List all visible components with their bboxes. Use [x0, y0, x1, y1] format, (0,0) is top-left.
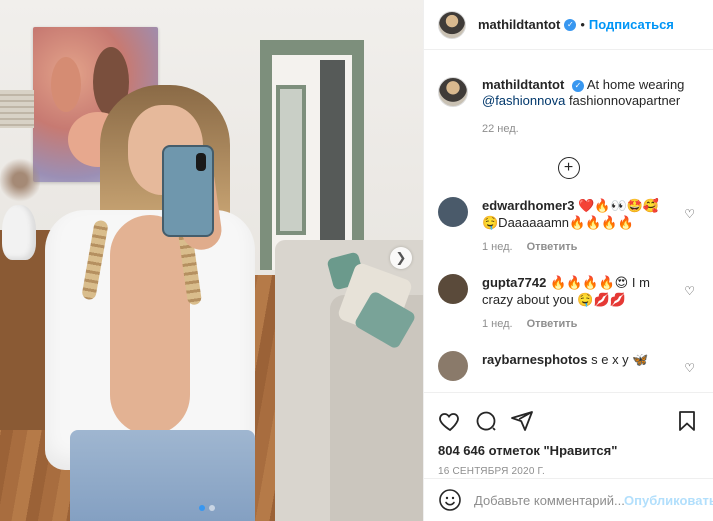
comment-username[interactable]: raybarnesphotos — [482, 352, 587, 367]
lamp — [0, 90, 34, 128]
load-more-comments-button[interactable]: + — [557, 157, 580, 179]
comment-icon[interactable] — [474, 409, 498, 433]
likes-count[interactable]: 804 646 отметок "Нравится" — [438, 443, 699, 458]
verified-badge-icon: ✓ — [571, 79, 584, 92]
carousel-dot — [209, 505, 215, 511]
post-actions: 804 646 отметок "Нравится" 16 СЕНТЯБРЯ 2… — [424, 392, 713, 477]
comment-avatar[interactable] — [438, 274, 468, 304]
reply-button[interactable]: Ответить — [527, 239, 578, 256]
comment-time[interactable]: 1 нед. — [482, 239, 513, 256]
carousel-indicator — [199, 505, 215, 511]
post-caption: mathildtantot ✓ At home wearing @fashion… — [424, 51, 713, 137]
comment-time[interactable]: 1 нед. — [482, 316, 513, 333]
carousel-dot-active — [199, 505, 205, 511]
caption-hashtag-text: fashionnovapartner — [568, 93, 681, 108]
comment-like-heart-icon[interactable]: ♡ — [684, 284, 695, 298]
smartphone — [162, 145, 214, 237]
comment-like-heart-icon[interactable]: ♡ — [684, 207, 695, 221]
comment-item: edwardhomer3 ❤️🔥👀🤩🥰 🤤Daaaaaamn🔥🔥🔥🔥 1 нед… — [424, 197, 713, 256]
post-header: mathildtantot ✓ • Подписаться — [424, 0, 713, 50]
comment-username[interactable]: edwardhomer3 — [482, 198, 574, 213]
dried-plant — [0, 150, 40, 210]
caption-text: At home wearing — [586, 77, 685, 92]
post-sidebar: mathildtantot ✓ • Подписаться mathildtan… — [423, 0, 713, 521]
comment-item: gupta7742 🔥🔥🔥🔥😍 I m crazy about you 🤤💋💋 … — [424, 274, 713, 333]
caption-time[interactable]: 22 нед. — [482, 121, 684, 137]
publish-button[interactable]: Опубликовать — [624, 493, 713, 508]
jeans — [70, 430, 255, 521]
comment-avatar[interactable] — [438, 197, 468, 227]
comment-input[interactable] — [474, 492, 624, 508]
comment-avatar[interactable] — [438, 351, 468, 381]
verified-badge-icon: ✓ — [564, 18, 577, 31]
comments-list[interactable]: mathildtantot ✓ At home wearing @fashion… — [424, 51, 713, 391]
add-comment-bar: Опубликовать — [424, 478, 713, 521]
chevron-right-icon: ❯ — [395, 250, 407, 265]
author-avatar[interactable] — [438, 10, 466, 39]
author-username[interactable]: mathildtantot — [478, 17, 560, 32]
comment-text: s e x y 🦋 — [591, 352, 649, 367]
next-image-button[interactable]: ❯ — [390, 247, 412, 269]
caption-avatar[interactable] — [438, 77, 468, 107]
post-date[interactable]: 16 СЕНТЯБРЯ 2020 Г. — [438, 466, 699, 477]
plus-circle-icon: + — [563, 159, 574, 176]
post-modal: ❯ mathildtantot ✓ • Подписаться mathildt… — [0, 0, 713, 521]
post-photo[interactable]: ❯ — [0, 0, 423, 521]
bookmark-icon[interactable] — [675, 409, 699, 433]
vase — [2, 205, 36, 260]
share-icon[interactable] — [510, 409, 534, 433]
caption-username[interactable]: mathildtantot — [482, 77, 564, 92]
heart-icon[interactable] — [438, 409, 462, 433]
separator: • — [580, 17, 585, 32]
caption-mention-link[interactable]: @fashionnova — [482, 93, 565, 108]
comment-like-heart-icon[interactable]: ♡ — [684, 361, 695, 375]
emoji-icon[interactable] — [438, 488, 462, 512]
comment-username[interactable]: gupta7742 — [482, 275, 546, 290]
follow-button[interactable]: Подписаться — [589, 17, 674, 32]
reply-button[interactable]: Ответить — [527, 316, 578, 333]
comment-item: raybarnesphotos s e x y 🦋 ♡ — [424, 351, 713, 381]
